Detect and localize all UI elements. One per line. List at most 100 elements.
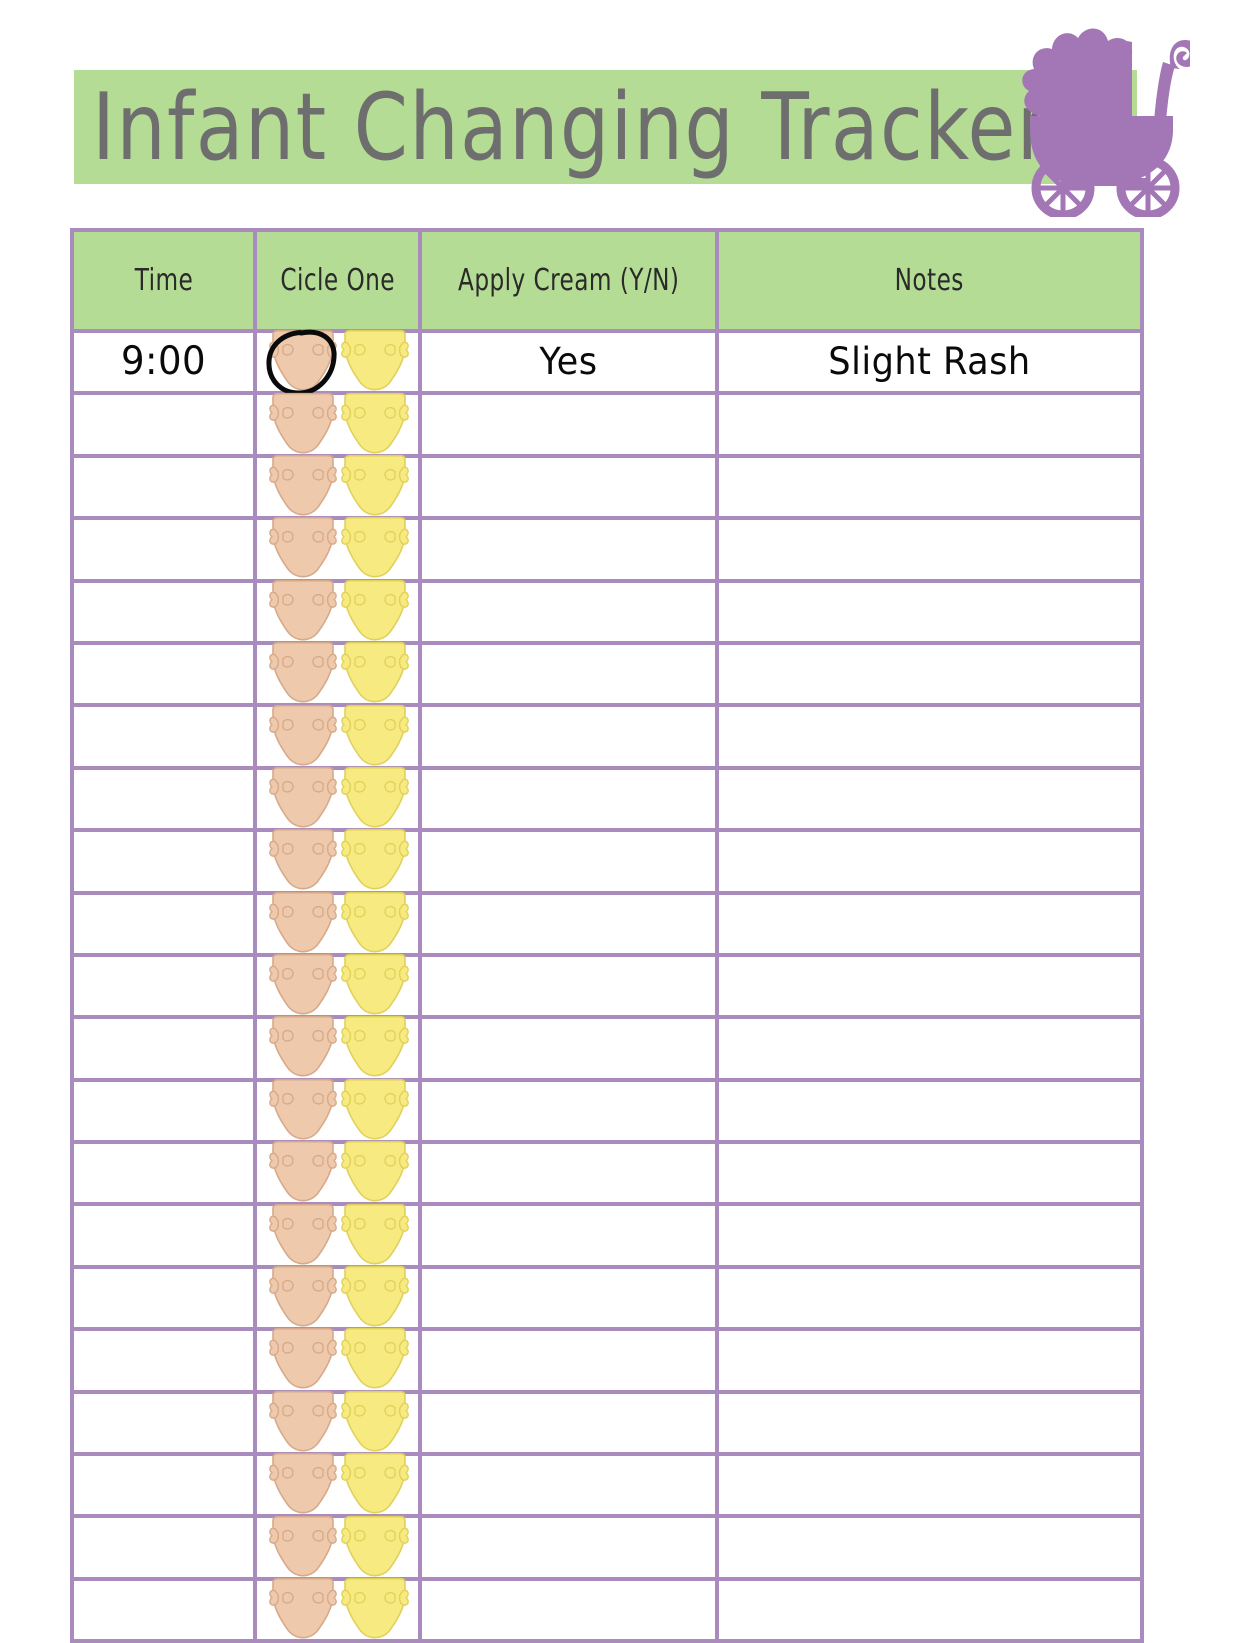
cell-circle-one[interactable] (253, 516, 422, 583)
cell-notes[interactable] (715, 1140, 1144, 1207)
cell-apply-cream[interactable] (418, 1015, 719, 1082)
cell-time[interactable] (70, 516, 257, 583)
cell-notes[interactable] (715, 952, 1144, 1020)
table-row (70, 1202, 1144, 1269)
cell-apply-cream[interactable] (418, 1514, 719, 1581)
cell-apply-cream[interactable] (418, 1327, 719, 1394)
cell-notes[interactable] (715, 1452, 1144, 1519)
cell-circle-one[interactable] (253, 640, 422, 708)
column-header-notes: Notes (715, 228, 1144, 333)
cell-circle-one[interactable] (253, 1452, 422, 1519)
cell-apply-cream[interactable] (418, 578, 719, 645)
hand-drawn-circle-mark (265, 329, 336, 396)
table-header-row: Time Cicle One Apply Cream (Y/N) Notes (70, 228, 1144, 333)
cell-notes[interactable] (715, 1264, 1144, 1332)
cell-notes[interactable] (715, 1514, 1144, 1581)
cell-notes[interactable] (715, 890, 1144, 957)
cell-notes[interactable] (715, 1077, 1144, 1145)
cell-time-value: 9:00 (120, 339, 207, 385)
cell-circle-one[interactable] (253, 1389, 422, 1457)
cell-time[interactable] (70, 890, 257, 957)
cell-circle-one[interactable] (253, 578, 422, 645)
cell-apply-cream[interactable] (418, 1077, 719, 1145)
cell-circle-one[interactable] (253, 703, 422, 770)
cell-time[interactable] (70, 1576, 257, 1643)
cell-notes[interactable] (715, 1576, 1144, 1643)
cell-circle-one[interactable] (253, 1514, 422, 1581)
cell-circle-one[interactable] (253, 1015, 422, 1082)
cell-apply-cream[interactable]: Yes (418, 328, 719, 396)
cell-circle-one[interactable] (253, 890, 422, 957)
cell-time[interactable] (70, 578, 257, 645)
cell-apply-cream[interactable] (418, 1202, 719, 1269)
cell-apply-cream[interactable] (418, 1452, 719, 1519)
cell-notes[interactable] (715, 1202, 1144, 1269)
page-title: Infant Changing Tracker (92, 73, 1051, 181)
diaper-pair (268, 330, 409, 391)
cell-circle-one[interactable] (253, 828, 422, 895)
diaper-pair (268, 579, 409, 641)
cell-time[interactable] (70, 391, 257, 458)
cell-apply-cream[interactable] (418, 703, 719, 770)
cell-time[interactable] (70, 703, 257, 770)
cell-time[interactable] (70, 1077, 257, 1145)
cell-circle-one[interactable] (253, 391, 422, 458)
cell-time[interactable] (70, 765, 257, 833)
cell-apply-cream[interactable] (418, 1140, 719, 1207)
cell-notes[interactable]: Slight Rash (715, 328, 1144, 396)
table-row (70, 1077, 1144, 1145)
diaper-pair (268, 766, 409, 828)
cell-circle-one[interactable] (253, 1140, 422, 1207)
cell-notes[interactable] (715, 1389, 1144, 1457)
cell-time[interactable] (70, 1514, 257, 1581)
cell-circle-one[interactable] (253, 453, 422, 521)
cell-time[interactable] (70, 640, 257, 708)
table-row (70, 952, 1144, 1020)
cell-apply-cream[interactable] (418, 640, 719, 708)
cell-notes[interactable] (715, 516, 1144, 583)
cell-apply-cream[interactable] (418, 453, 719, 521)
cell-circle-one[interactable] (253, 765, 422, 833)
cell-apply-cream[interactable] (418, 765, 719, 833)
cell-time[interactable] (70, 1015, 257, 1082)
cell-time[interactable] (70, 1202, 257, 1269)
cell-circle-one[interactable] (253, 1576, 422, 1643)
cell-notes[interactable] (715, 765, 1144, 833)
table-row (70, 1140, 1144, 1207)
cell-time[interactable] (70, 1327, 257, 1394)
cell-apply-cream[interactable] (418, 516, 719, 583)
cell-notes[interactable] (715, 453, 1144, 521)
cell-notes[interactable] (715, 391, 1144, 458)
cell-time[interactable] (70, 453, 257, 521)
cell-time[interactable] (70, 952, 257, 1020)
cell-time[interactable]: 9:00 (70, 328, 257, 396)
cell-apply-cream[interactable] (418, 1576, 719, 1643)
cell-notes[interactable] (715, 578, 1144, 645)
column-header-time-label: Time (134, 263, 193, 298)
cell-notes[interactable] (715, 1327, 1144, 1394)
cell-time[interactable] (70, 1140, 257, 1207)
cell-circle-one[interactable] (253, 952, 422, 1020)
cell-time[interactable] (70, 1389, 257, 1457)
cell-apply-cream[interactable] (418, 952, 719, 1020)
cell-notes[interactable] (715, 1015, 1144, 1082)
cell-circle-one[interactable] (253, 328, 422, 396)
column-header-notes-label: Notes (894, 263, 965, 298)
cell-notes[interactable] (715, 828, 1144, 895)
cell-apply-cream[interactable] (418, 890, 719, 957)
cell-apply-cream[interactable] (418, 1389, 719, 1457)
cell-time[interactable] (70, 828, 257, 895)
table-row (70, 453, 1144, 521)
cell-time[interactable] (70, 1264, 257, 1332)
cell-apply-cream[interactable] (418, 391, 719, 458)
cell-notes[interactable] (715, 640, 1144, 708)
cell-circle-one[interactable] (253, 1327, 422, 1394)
cell-notes[interactable] (715, 703, 1144, 770)
cell-time[interactable] (70, 1452, 257, 1519)
cell-circle-one[interactable] (253, 1077, 422, 1145)
diaper-pair (268, 1078, 409, 1140)
cell-circle-one[interactable] (253, 1264, 422, 1332)
cell-apply-cream[interactable] (418, 1264, 719, 1332)
cell-circle-one[interactable] (253, 1202, 422, 1269)
cell-apply-cream[interactable] (418, 828, 719, 895)
